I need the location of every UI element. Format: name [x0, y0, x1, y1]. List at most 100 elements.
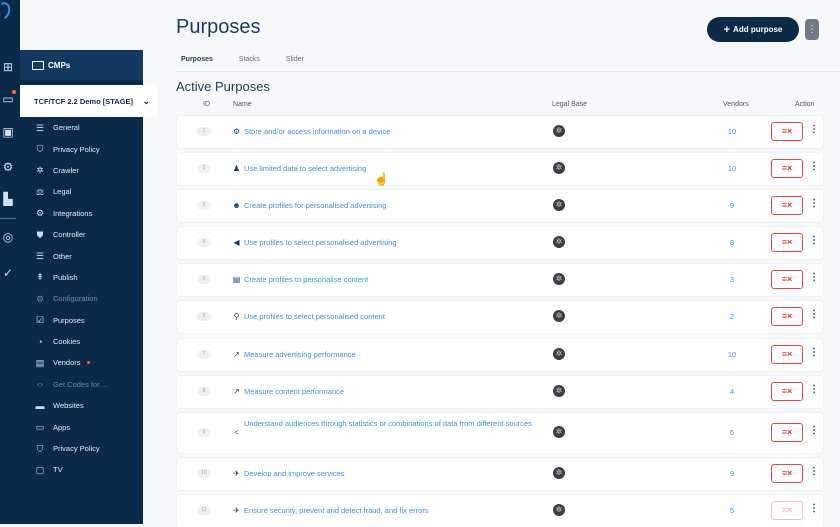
sidebar-item-cookies[interactable]: ◔ Cookies [20, 331, 143, 352]
remove-purpose-button[interactable]: ≡× [771, 501, 803, 520]
sidebar-item-publish[interactable]: ⇞ Publish [20, 267, 143, 288]
vendor-count-link[interactable]: 3 [717, 275, 747, 284]
row-more-icon[interactable]: ⋮ [809, 161, 819, 172]
remove-purpose-button[interactable]: ≡× [771, 307, 803, 326]
row-more-icon[interactable]: ⋮ [809, 198, 819, 209]
legal-base-icon[interactable]: ✲ [553, 125, 565, 137]
purpose-name-link[interactable]: Ensure security, prevent and detect frau… [244, 506, 429, 515]
cmps-header[interactable]: CMPs [20, 50, 143, 80]
remove-purpose-button[interactable]: ≡× [771, 382, 803, 401]
sidebar-item-privacy-policy[interactable]: ⛉ Privacy Policy [20, 438, 143, 459]
row-more-icon[interactable]: ⋮ [809, 309, 819, 320]
sidebar-item-crawler[interactable]: ✲ Crawler [20, 160, 143, 181]
legal-base-icon[interactable]: ✲ [553, 385, 565, 397]
sidebar-item-label: Vendors [53, 358, 81, 368]
row-more-icon[interactable]: ⋮ [809, 384, 819, 395]
remove-purpose-button[interactable]: ≡× [771, 423, 803, 442]
row-more-icon[interactable]: ⋮ [809, 235, 819, 246]
purpose-name-link[interactable]: Use profiles to select personalised cont… [244, 312, 385, 321]
remove-purpose-button[interactable]: ≡× [771, 159, 803, 178]
legal-base-icon[interactable]: ✲ [553, 199, 565, 211]
sidebar-item-apps[interactable]: ▭ Apps [20, 416, 143, 437]
row-more-icon[interactable]: ⋮ [809, 347, 819, 358]
vendor-count-link[interactable]: 9 [717, 469, 747, 478]
purpose-name-link[interactable]: Store and/or access information on a dev… [244, 127, 390, 136]
remove-purpose-button[interactable]: ≡× [771, 464, 803, 483]
tab-purposes[interactable]: Purposes [181, 56, 213, 63]
vendor-count-link[interactable]: 8 [717, 238, 747, 247]
row-more-icon[interactable]: ⋮ [809, 124, 819, 135]
purpose-name-link[interactable]: Develop and improve services [244, 469, 344, 478]
purpose-id: 4 [197, 238, 211, 247]
dashboard-icon[interactable]: ⊞ [1, 60, 15, 74]
sidebar-item-general[interactable]: ☰ General [20, 117, 143, 138]
sidebar-item-websites[interactable]: ▬ Websites [20, 395, 143, 416]
vendor-count-link[interactable]: 4 [717, 387, 747, 396]
purpose-name-link[interactable]: Create profiles to personalise content [244, 275, 368, 284]
tab-slider[interactable]: Slider [286, 56, 304, 63]
purpose-name-link[interactable]: Measure content performance [244, 387, 344, 396]
purpose-name-link[interactable]: Create profiles for personalised adverti… [244, 201, 387, 210]
vendor-count-link[interactable]: 10 [717, 164, 747, 173]
checkbox-icon: ☑ [35, 315, 45, 326]
row-more-icon[interactable]: ⋮ [809, 425, 819, 436]
legal-base-icon[interactable]: ✲ [553, 310, 565, 322]
cmp-icon[interactable]: ▭ [1, 92, 15, 106]
purpose-name-link[interactable]: Measure advertising performance [244, 350, 356, 359]
analytics-icon[interactable]: ⚙ [1, 160, 15, 174]
sidebar-item-privacy-policy[interactable]: ⛉ Privacy Policy [20, 138, 143, 159]
table-row: 2 ♟ Use limited data to select advertising… [177, 153, 823, 185]
legal-base-icon[interactable]: ✲ [553, 162, 565, 174]
vendor-count-link[interactable]: 10 [717, 350, 747, 359]
vendor-count-link[interactable]: 6 [717, 428, 747, 437]
sidebar-item-label: Other [53, 251, 72, 261]
table-row: 6 ⚲ Use profiles to select personalised co… [177, 301, 823, 333]
purpose-icon: ☻ [232, 201, 241, 210]
vendor-count-link[interactable]: 10 [717, 127, 747, 136]
sidebar-item-other[interactable]: ☰ Other [20, 245, 143, 266]
app-rail: ⊞ ▭ ▣ ⚙ ▙ ◎ ✓ [0, 0, 20, 524]
remove-purpose-button[interactable]: ≡× [771, 196, 803, 215]
sidebar-item-controller[interactable]: ⛊ Controller [20, 224, 143, 245]
legal-base-icon[interactable]: ✲ [553, 236, 565, 248]
more-options-button[interactable]: ⋮ [805, 19, 819, 40]
row-more-icon[interactable]: ⋮ [809, 466, 819, 477]
legal-base-icon[interactable]: ✲ [553, 504, 565, 516]
sidebar-item-purposes[interactable]: ☑ Purposes [20, 310, 143, 331]
sidebar-item-configuration: ⚙ Configuration [20, 288, 143, 309]
vendor-count-link[interactable]: 2 [717, 312, 747, 321]
vendor-count-link[interactable]: 5 [717, 506, 747, 515]
remove-purpose-button[interactable]: ≡× [771, 233, 803, 252]
remove-purpose-button[interactable]: ≡× [771, 270, 803, 289]
legal-base-icon[interactable]: ✲ [553, 467, 565, 479]
sidebar-nav: ☰ General ⛉ Privacy Policy ✲ Crawler ⚖ Legal ⚙ In… [20, 117, 143, 481]
purpose-name-link[interactable]: Understand audiences through statistics … [244, 418, 544, 430]
purpose-name-link[interactable]: Use profiles to select personalised adve… [244, 238, 397, 247]
sidebar-item-legal[interactable]: ⚖ Legal [20, 181, 143, 202]
sidebar-item-tv[interactable]: ▢ TV [20, 459, 143, 480]
sidebar-item-integrations[interactable]: ⚙ Integrations [20, 203, 143, 224]
remove-purpose-button[interactable]: ≡× [771, 345, 803, 364]
purpose-name-link[interactable]: Use limited data to select advertising [244, 164, 366, 173]
remove-purpose-button[interactable]: ≡× [771, 122, 803, 141]
vendor-count-link[interactable]: 9 [717, 201, 747, 210]
broadcast-icon[interactable]: ◎ [1, 230, 15, 244]
cmps-label: CMPs [48, 60, 71, 70]
tv-icon: ▢ [35, 464, 45, 475]
check-icon[interactable]: ✓ [1, 266, 15, 280]
chart-icon[interactable]: ▙ [1, 192, 15, 206]
row-more-icon[interactable]: ⋮ [809, 272, 819, 283]
legal-base-icon[interactable]: ✲ [553, 273, 565, 285]
row-more-icon[interactable]: ⋮ [809, 503, 819, 514]
legal-base-icon[interactable]: ✲ [553, 348, 565, 360]
cmp-selector[interactable]: TCF/TCF 2.2 Demo [STAGE] ⌄ [20, 85, 157, 117]
add-purpose-button[interactable]: + Add purpose [707, 17, 799, 42]
purpose-icon: ✈ [233, 469, 240, 478]
sliders-icon: ☰ [35, 251, 45, 262]
tab-stacks[interactable]: Stacks [239, 56, 260, 63]
sidebar-item-vendors[interactable]: ▤ Vendors [20, 352, 143, 373]
image-icon[interactable]: ▣ [1, 125, 15, 139]
sliders-icon: ☰ [35, 122, 45, 133]
legal-base-icon[interactable]: ✲ [553, 426, 565, 438]
column-header-id: ID [203, 101, 210, 108]
